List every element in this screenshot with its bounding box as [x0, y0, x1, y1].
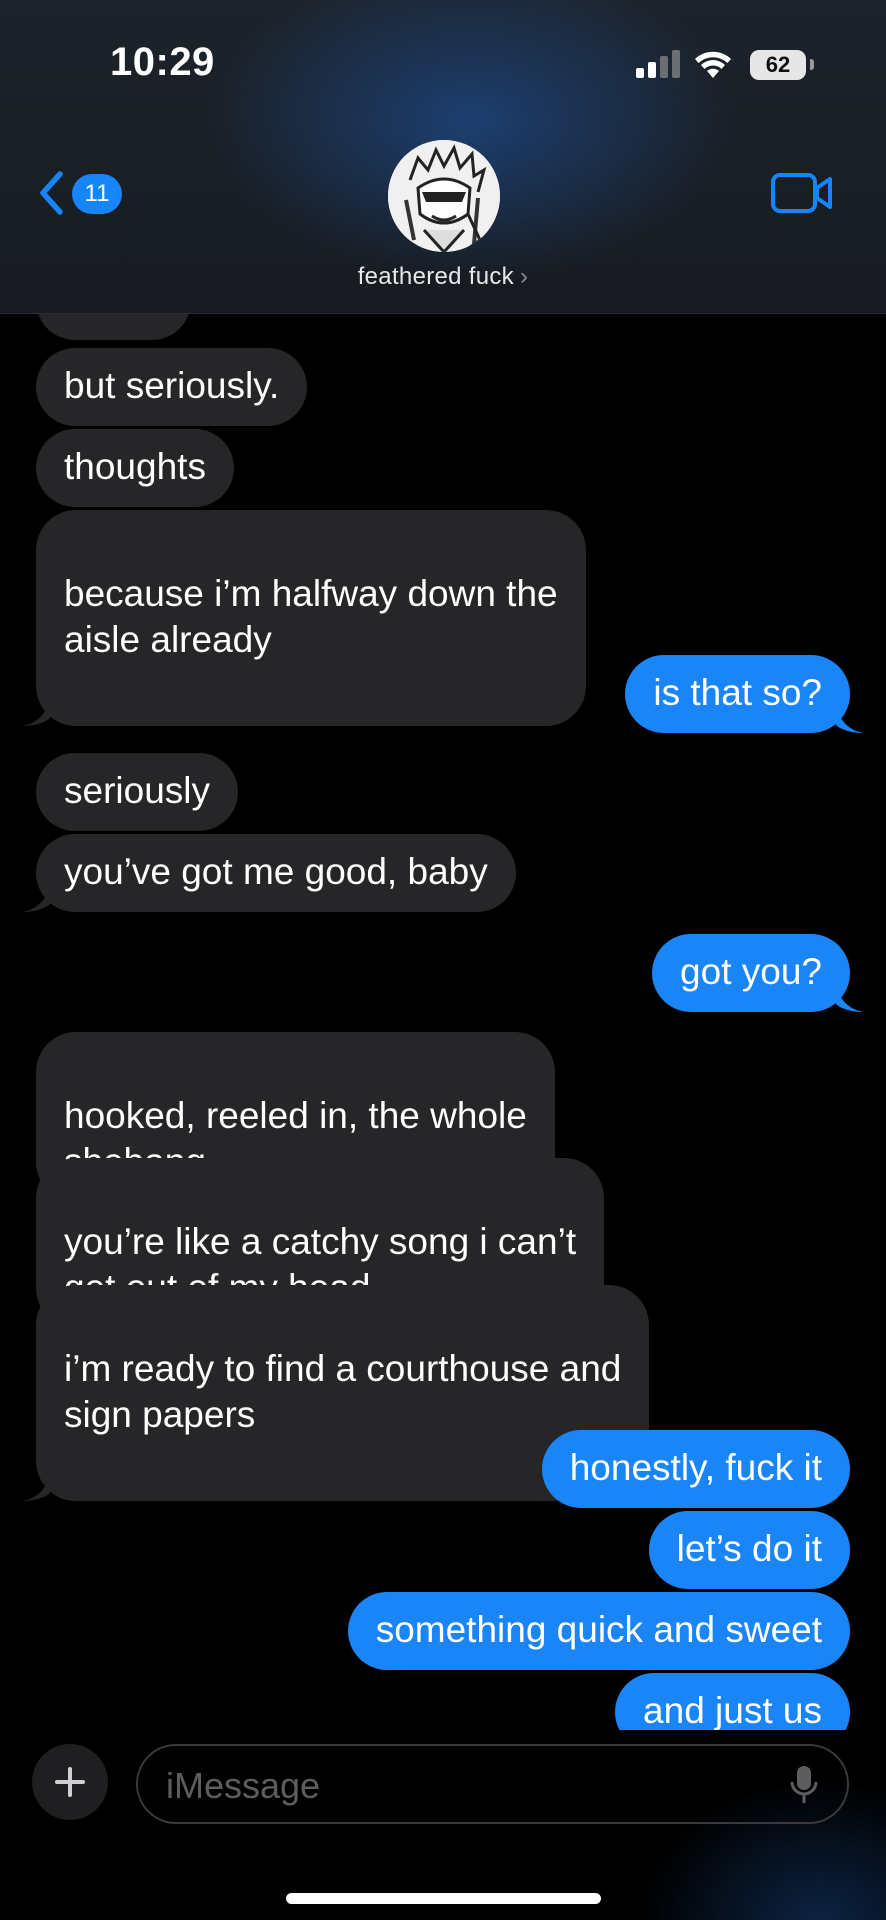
bubble-tail — [22, 696, 50, 726]
message-text: something quick and sweet — [375, 1609, 822, 1650]
message-text: and just us — [643, 1690, 822, 1730]
message-text: thoughts — [64, 446, 206, 487]
message-bubble-sent[interactable]: got you? — [652, 934, 864, 1012]
message-bubble-sent[interactable]: something quick and sweet — [347, 1592, 850, 1670]
conversation-header: 10:29 62 11 feathered fuck › — [0, 0, 886, 314]
message-bubble-sent[interactable]: honestly, fuck it — [541, 1430, 850, 1508]
message-bubble-received[interactable]: but seriously. — [36, 348, 308, 426]
battery-cap — [810, 59, 814, 70]
contact-name: feathered fuck — [357, 263, 514, 290]
plus-button[interactable] — [32, 1744, 108, 1820]
message-text: is that so? — [653, 672, 822, 713]
message-bubble-received[interactable]: thoughts — [36, 429, 234, 507]
bubble-tail — [22, 882, 50, 912]
chevron-right-icon: › — [520, 263, 529, 290]
message-bubble-received[interactable]: because i’m halfway down the aisle alrea… — [22, 510, 586, 726]
message-input[interactable]: iMessage — [136, 1744, 849, 1824]
microphone-icon[interactable] — [789, 1764, 819, 1806]
message-bubble-sent[interactable]: let’s do it — [648, 1511, 850, 1589]
message-text: got you? — [680, 951, 822, 992]
wifi-icon — [695, 51, 731, 78]
bubble-tail — [836, 703, 864, 733]
home-indicator — [286, 1893, 601, 1904]
status-time: 10:29 — [110, 40, 215, 84]
bubble-tail — [22, 1471, 50, 1501]
avatar-illustration — [388, 140, 500, 252]
composer-bar: iMessage — [0, 1730, 886, 1920]
chevron-left-icon — [40, 171, 63, 215]
message-bubble-sent[interactable]: is that so? — [625, 655, 864, 733]
bubble-tail — [836, 982, 864, 1012]
message-text: you’ve got me good, baby — [64, 851, 488, 892]
battery-icon: 62 — [750, 50, 806, 80]
message-text: let’s do it — [676, 1528, 822, 1569]
message-text: but seriously. — [64, 365, 280, 406]
message-bubble-received[interactable]: you’ve got me good, baby — [22, 834, 516, 912]
contact-avatar[interactable] — [388, 140, 500, 252]
message-text: because i’m halfway down the aisle alrea… — [64, 573, 558, 660]
message-text: i’m ready to find a courthouse and sign … — [64, 1348, 622, 1435]
message-text: honestly, fuck it — [569, 1447, 822, 1488]
back-button[interactable]: 11 — [36, 170, 136, 220]
contact-name-button[interactable]: feathered fuck › — [0, 263, 886, 291]
message-bubble-received[interactable]: seriously — [36, 753, 238, 831]
message-bubble-sent[interactable]: and just us — [615, 1673, 850, 1730]
facetime-video-icon[interactable] — [770, 170, 834, 216]
cellular-signal-icon — [632, 48, 682, 82]
unread-count-badge: 11 — [72, 174, 122, 214]
message-input-placeholder: iMessage — [166, 1765, 321, 1806]
message-text: seriously — [64, 770, 210, 811]
